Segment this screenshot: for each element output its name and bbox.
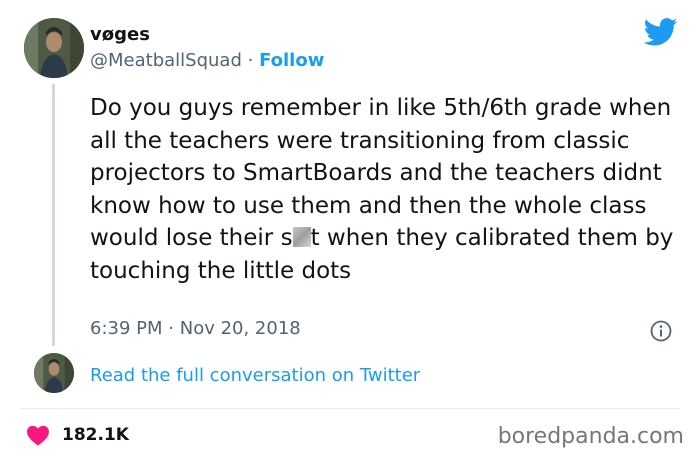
divider [20,408,680,409]
handle-separator: · [247,50,254,71]
like-count: 182.1K [62,425,129,445]
tweet-date: Nov 20, 2018 [179,318,301,339]
avatar[interactable] [24,18,84,78]
tweet-text: Do you guys remember in like 5th/6th gra… [90,92,680,287]
tweet-time: 6:39 PM [90,318,163,339]
follow-button[interactable]: Follow [259,50,324,71]
date-separator: · [168,318,174,339]
user-handle[interactable]: @MeatballSquad [90,50,242,71]
avatar-small[interactable] [34,353,74,393]
tweet-timestamp[interactable]: 6:39 PM · Nov 20, 2018 [90,318,301,339]
read-full-conversation-link[interactable]: Read the full conversation on Twitter [90,365,420,386]
display-name[interactable]: vøges [90,24,150,45]
info-icon[interactable] [650,320,672,342]
handle-row: @MeatballSquad · Follow [90,50,324,71]
censor-block [292,227,311,247]
heart-icon [27,425,49,446]
watermark: boredpanda.com [497,424,684,449]
thread-line [52,84,55,346]
like-button[interactable]: 182.1K [26,424,129,446]
twitter-bird-icon[interactable] [644,18,678,46]
